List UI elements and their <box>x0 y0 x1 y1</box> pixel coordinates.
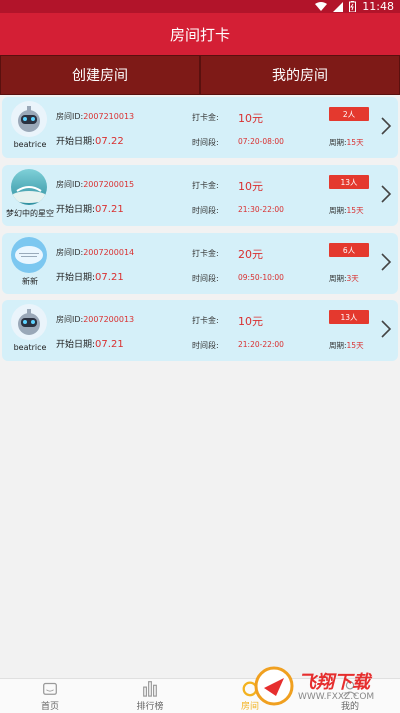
tab-create-room[interactable]: 创建房间 <box>0 55 200 95</box>
time-range: 07:20-08:00 <box>238 137 284 146</box>
robot-avatar <box>11 304 47 340</box>
chevron-right-icon <box>381 253 392 271</box>
home-icon <box>43 682 57 695</box>
robot-avatar <box>11 101 47 137</box>
room-id: 房间ID:2007200014 <box>56 248 135 257</box>
cloud-avatar <box>11 237 47 273</box>
room-id: 房间ID:2007200015 <box>56 180 135 189</box>
start-date: 开始日期:07.21 <box>56 272 124 283</box>
fee-value: 10元 <box>238 180 263 193</box>
people-count-badge: 2人 <box>329 107 369 121</box>
page-title: 房间打卡 <box>0 13 400 55</box>
nav-ranking[interactable]: 排行榜 <box>100 679 200 713</box>
user-icon <box>343 681 357 697</box>
chevron-right-icon <box>381 185 392 203</box>
time-label: 时间段: <box>192 206 219 215</box>
time-range: 09:50-10:00 <box>238 273 284 282</box>
room-id: 房间ID:2007210013 <box>56 112 135 121</box>
fee-value: 10元 <box>238 112 263 125</box>
time-range: 21:30-22:00 <box>238 205 284 214</box>
time-label: 时间段: <box>192 138 219 147</box>
nav-home[interactable]: 首页 <box>0 679 100 713</box>
nav-mine[interactable]: 我的 <box>300 679 400 713</box>
fee-label: 打卡金: <box>192 316 219 325</box>
room-owner-name: beatrice <box>13 343 47 352</box>
chart-icon <box>143 681 157 697</box>
start-date: 开始日期:07.21 <box>56 204 124 215</box>
battery-icon <box>349 1 357 12</box>
room-card[interactable]: 新新 房间ID:2007200014 开始日期:07.21 打卡金: 20元 时… <box>2 233 398 294</box>
signal-icon <box>333 1 344 12</box>
cycle: 周期:15天 <box>329 206 364 215</box>
nav-ranking-label: 排行榜 <box>136 702 164 712</box>
room-owner-name: 梦幻中的星空 <box>6 209 54 218</box>
bottom-nav: 首页 排行榜 房间 我的 <box>0 678 400 713</box>
chevron-right-icon <box>381 117 392 135</box>
chevron-right-icon <box>381 320 392 338</box>
fee-label: 打卡金: <box>192 181 219 190</box>
people-count-badge: 13人 <box>329 310 369 324</box>
fee-value: 20元 <box>238 248 263 261</box>
status-bar: 11:48 <box>0 0 400 13</box>
wifi-icon <box>315 1 328 11</box>
time-range: 21:20-22:00 <box>238 340 284 349</box>
room-card[interactable]: 梦幻中的星空 房间ID:2007200015 开始日期:07.21 打卡金: 1… <box>2 165 398 226</box>
tab-my-rooms[interactable]: 我的房间 <box>200 55 400 95</box>
time-label: 时间段: <box>192 274 219 283</box>
room-icon <box>242 681 258 697</box>
cycle: 周期:3天 <box>329 274 359 283</box>
start-date: 开始日期:07.21 <box>56 339 124 350</box>
tab-bar: 创建房间 我的房间 <box>0 55 400 95</box>
nav-home-label: 首页 <box>40 702 59 712</box>
fee-label: 打卡金: <box>192 249 219 258</box>
room-card[interactable]: beatrice 房间ID:2007210013 开始日期:07.22 打卡金:… <box>2 97 398 158</box>
nav-room[interactable]: 房间 <box>200 679 300 713</box>
time-label: 时间段: <box>192 341 219 350</box>
fee-value: 10元 <box>238 315 263 328</box>
room-card[interactable]: beatrice 房间ID:2007200013 开始日期:07.21 打卡金:… <box>2 300 398 361</box>
room-id: 房间ID:2007200013 <box>56 315 135 324</box>
status-time: 11:48 <box>362 0 394 13</box>
cycle: 周期:15天 <box>329 138 364 147</box>
people-count-badge: 13人 <box>329 175 369 189</box>
nav-room-label: 房间 <box>240 702 259 712</box>
start-date: 开始日期:07.22 <box>56 136 124 147</box>
people-count-badge: 6人 <box>329 243 369 257</box>
room-owner-name: beatrice <box>13 140 47 149</box>
sky-avatar <box>11 169 47 205</box>
room-owner-name: 新新 <box>22 277 38 286</box>
nav-mine-label: 我的 <box>340 702 359 712</box>
fee-label: 打卡金: <box>192 113 219 122</box>
cycle: 周期:15天 <box>329 341 364 350</box>
